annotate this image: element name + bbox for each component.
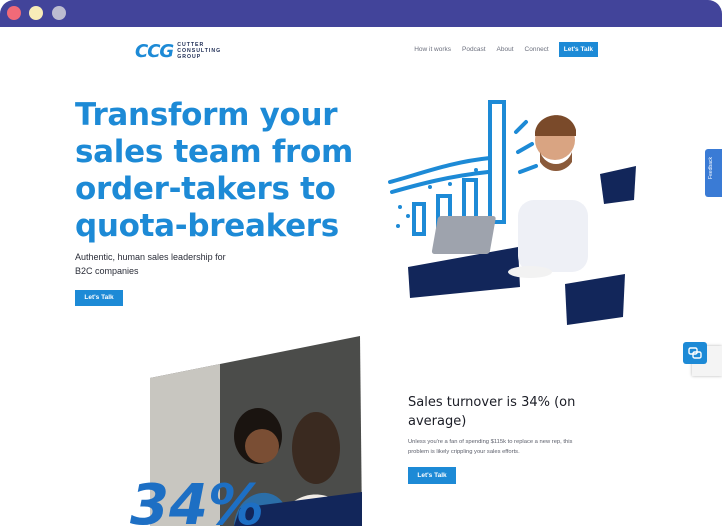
person-hair <box>535 115 576 136</box>
nav-how-it-works[interactable]: How it works <box>414 46 451 53</box>
stat-title: Sales turnover is 34% (on average) <box>408 395 576 429</box>
hero-subtitle: Authentic, human sales leadership for B2… <box>75 252 226 276</box>
mug <box>508 266 552 278</box>
nav-connect[interactable]: Connect <box>525 46 549 53</box>
nav-podcast[interactable]: Podcast <box>462 46 486 53</box>
stat-lets-talk-button[interactable]: Let's Talk <box>408 467 456 484</box>
logo-wordmark: CUTTER CONSULTING GROUP <box>177 42 221 60</box>
hero-illustration <box>388 100 636 325</box>
team-photo: 34% <box>130 336 362 526</box>
minimize-window-button[interactable] <box>29 6 43 20</box>
chat-icon <box>688 347 702 359</box>
hero-title: Transform your sales team from order-tak… <box>75 97 353 244</box>
site-logo[interactable]: CCG CUTTER CONSULTING GROUP <box>135 40 221 62</box>
window-titlebar <box>0 0 722 27</box>
navy-shape <box>565 274 625 325</box>
person-hair <box>292 412 340 484</box>
stat-overlay: 34% <box>130 473 264 526</box>
doodle-chart <box>388 100 538 238</box>
navy-shape <box>600 166 636 204</box>
logo-line: GROUP <box>177 54 202 60</box>
header-lets-talk-button[interactable]: Let's Talk <box>558 42 598 57</box>
browser-window: CCG CUTTER CONSULTING GROUP How it works… <box>0 0 722 526</box>
person-shirt <box>518 200 588 272</box>
chat-button[interactable] <box>683 342 707 364</box>
nav-about[interactable]: About <box>497 46 514 53</box>
stat-body: Unless you're a fan of spending $115k to… <box>408 439 573 455</box>
close-window-button[interactable] <box>7 6 21 20</box>
main-nav: How it works Podcast About Connect Let's… <box>403 42 598 57</box>
feedback-tab[interactable]: Feedback <box>705 149 722 197</box>
hero-lets-talk-button[interactable]: Let's Talk <box>75 290 123 306</box>
feedback-label: Feedback <box>708 157 714 179</box>
navy-shape <box>408 247 520 298</box>
laptop <box>431 216 496 254</box>
logo-mark: CCG <box>135 40 174 62</box>
maximize-window-button[interactable] <box>52 6 66 20</box>
person-face <box>245 429 279 463</box>
